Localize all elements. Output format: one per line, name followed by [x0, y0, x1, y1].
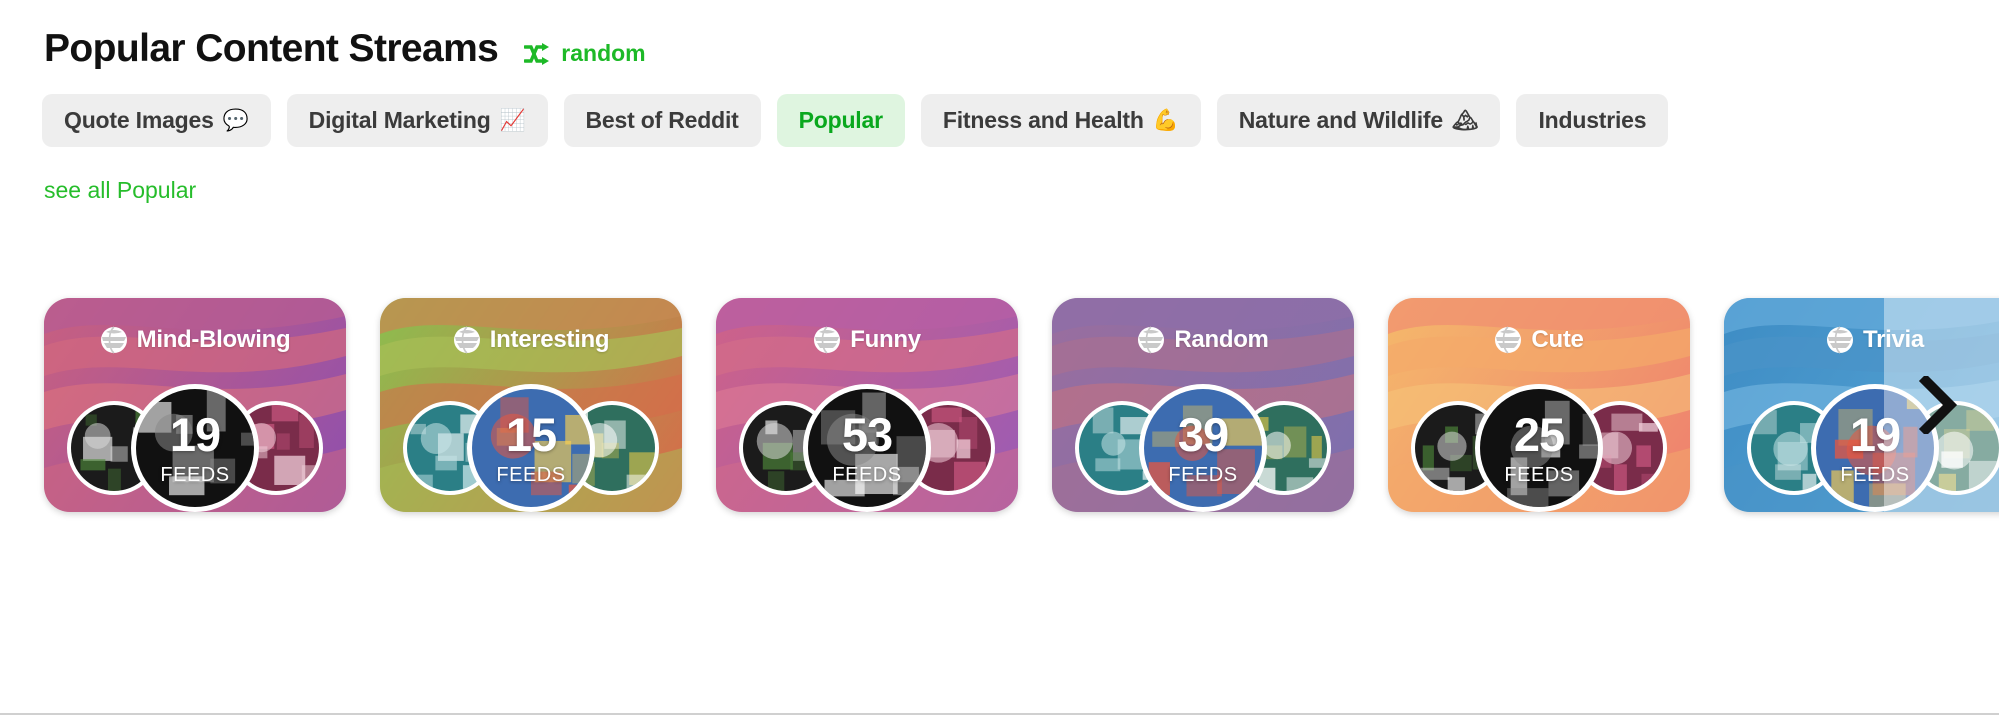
page-title: Popular Content Streams — [44, 27, 499, 70]
random-shuffle-button[interactable]: random — [524, 40, 646, 67]
feed-count: 53 — [841, 408, 893, 461]
stream-card[interactable]: Cute 25 FEEDS — [1388, 298, 1690, 512]
tab-label: Fitness and Health — [942, 106, 1144, 133]
card-title: Mind-Blowing — [136, 326, 291, 353]
tab-emoji-icon: 💬 — [222, 108, 249, 132]
stream-card[interactable]: Trivia 19 FEEDS — [1724, 298, 1999, 512]
tab-fitness-and-health[interactable]: Fitness and Health 💪 — [920, 93, 1201, 147]
tab-label: Nature and Wildlife — [1238, 106, 1443, 133]
card-title: Cute — [1531, 326, 1584, 353]
header: Popular Content Streams random — [0, 0, 1999, 71]
tab-emoji-icon: 🏔 — [1451, 108, 1479, 132]
see-all-row: see all Popular — [0, 147, 1999, 204]
tab-label: Digital Marketing — [308, 106, 491, 133]
avatar-center-count: 53 FEEDS — [803, 384, 931, 512]
avatar-center-count: 15 FEEDS — [467, 384, 595, 512]
popular-content-streams-page: Popular Content Streams random Quote Ima… — [0, 0, 1999, 723]
feed-count: 15 — [505, 408, 557, 461]
feeds-label: FEEDS — [1504, 464, 1574, 486]
feed-count-wrap: 19 FEEDS — [160, 411, 229, 485]
stream-card[interactable]: Interesting 15 FEEDS — [380, 298, 682, 512]
globe-icon — [1494, 326, 1522, 354]
feed-count: 39 — [1177, 408, 1229, 461]
avatar-center-count: 39 FEEDS — [1139, 384, 1267, 512]
card-header: Mind-Blowing — [44, 326, 346, 354]
avatar-center-count: 19 FEEDS — [131, 384, 259, 512]
feeds-label: FEEDS — [1168, 464, 1238, 486]
card-header: Interesting — [380, 326, 682, 354]
feed-count: 19 — [169, 408, 221, 461]
tab-industries[interactable]: Industries — [1516, 93, 1669, 147]
random-label: random — [561, 40, 646, 67]
globe-icon — [100, 326, 128, 354]
tab-nature-and-wildlife[interactable]: Nature and Wildlife 🏔 — [1216, 93, 1501, 147]
card-avatars: 53 FEEDS — [716, 384, 1018, 512]
card-title: Interesting — [489, 326, 610, 353]
feed-count-wrap: 39 FEEDS — [1168, 411, 1237, 485]
card-title: Trivia — [1863, 326, 1924, 353]
stream-card[interactable]: Funny 53 FEEDS — [716, 298, 1018, 512]
card-header: Random — [1052, 326, 1354, 354]
card-avatars: 15 FEEDS — [380, 384, 682, 512]
card-title: Random — [1174, 326, 1269, 353]
tab-quote-images[interactable]: Quote Images 💬 — [42, 93, 271, 147]
avatar-center-count: 25 FEEDS — [1475, 384, 1603, 512]
tab-label: Best of Reddit — [585, 106, 739, 133]
feed-count-wrap: 25 FEEDS — [1504, 411, 1573, 485]
card-header: Funny — [716, 326, 1018, 354]
globe-icon — [813, 326, 841, 354]
feed-count-wrap: 19 FEEDS — [1840, 411, 1909, 485]
feeds-label: FEEDS — [496, 464, 566, 486]
tab-label: Industries — [1538, 106, 1647, 133]
stream-card-rail[interactable]: Mind-Blowing 19 FEEDS Interesting 15 FEEDS Fun… — [44, 298, 1999, 518]
stream-card[interactable]: Mind-Blowing 19 FEEDS — [44, 298, 346, 512]
tab-emoji-icon: 📈 — [499, 108, 526, 132]
feed-count-wrap: 53 FEEDS — [832, 411, 901, 485]
feeds-label: FEEDS — [160, 464, 230, 486]
card-avatars: 25 FEEDS — [1388, 384, 1690, 512]
card-header: Trivia — [1724, 326, 1999, 354]
feeds-label: FEEDS — [832, 464, 902, 486]
category-tabs: Quote Images 💬 Digital Marketing 📈 Best of R… — [0, 71, 1999, 147]
tab-emoji-icon: 💪 — [1152, 108, 1179, 132]
globe-icon — [453, 326, 481, 354]
globe-icon — [1137, 326, 1165, 354]
bottom-divider — [0, 713, 1999, 715]
feed-count-wrap: 15 FEEDS — [496, 411, 565, 485]
tab-digital-marketing[interactable]: Digital Marketing 📈 — [286, 93, 548, 147]
globe-icon — [1826, 326, 1854, 354]
card-avatars: 19 FEEDS — [44, 384, 346, 512]
tab-label: Quote Images — [64, 106, 214, 133]
tab-popular[interactable]: Popular — [776, 93, 905, 147]
feed-count: 25 — [1513, 408, 1565, 461]
card-title: Funny — [850, 326, 921, 353]
shuffle-icon — [524, 42, 552, 66]
tab-label: Popular — [798, 106, 883, 133]
stream-card[interactable]: Random 39 FEEDS — [1052, 298, 1354, 512]
card-avatars: 39 FEEDS — [1052, 384, 1354, 512]
tab-best-of-reddit[interactable]: Best of Reddit — [563, 93, 761, 147]
feeds-label: FEEDS — [1840, 464, 1910, 486]
card-header: Cute — [1388, 326, 1690, 354]
see-all-popular-link[interactable]: see all Popular — [0, 147, 196, 204]
feed-count: 19 — [1849, 408, 1901, 461]
